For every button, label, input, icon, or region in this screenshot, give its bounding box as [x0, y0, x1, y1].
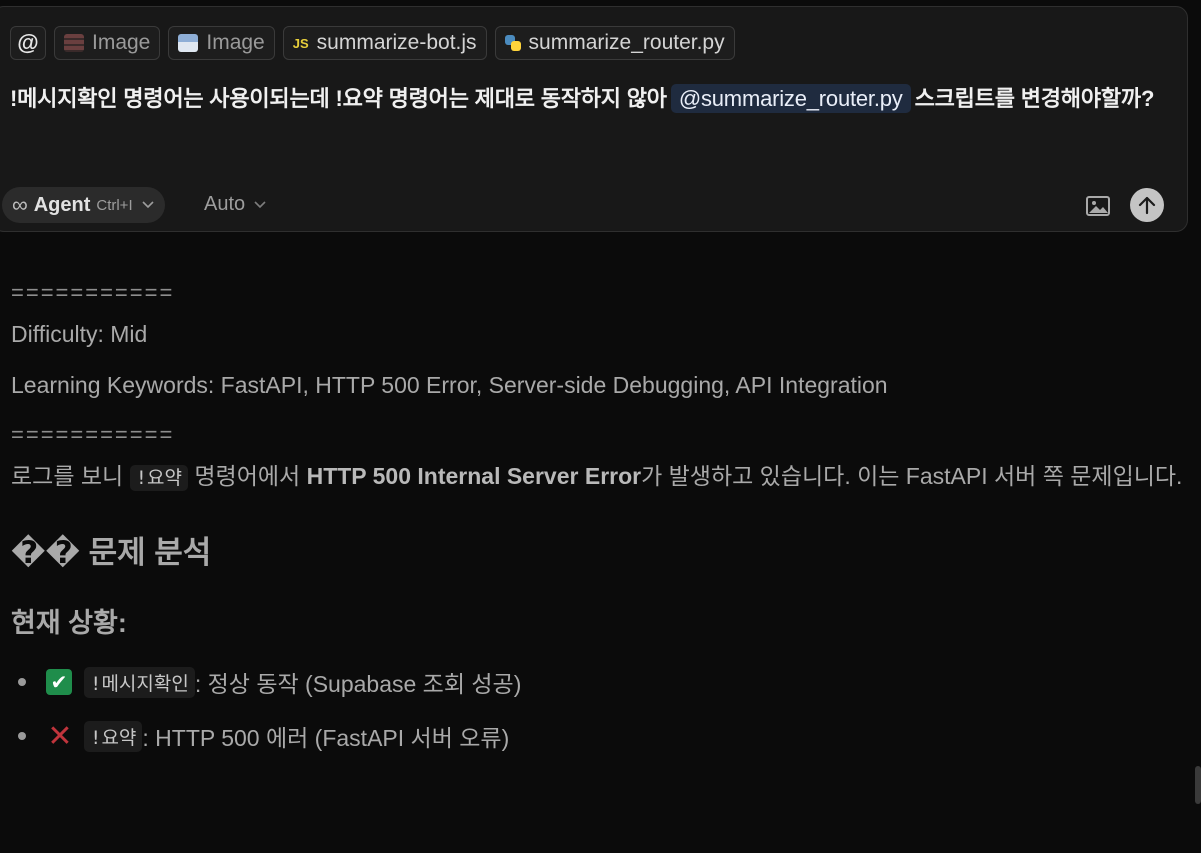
agent-mode-label: Agent	[33, 193, 91, 216]
chat-composer: @ Image Image JS summarize-bot.js summar…	[0, 6, 1188, 232]
image-icon	[178, 34, 199, 52]
difficulty-text: Difficulty: Mid	[11, 321, 148, 347]
list-item: ✔ !메시지확인 : 정상 동작 (Supabase 조회 성공)	[11, 655, 1191, 709]
cross-mark-icon: ✕	[47, 719, 73, 753]
model-label: Auto	[204, 193, 246, 215]
log-text-post: 가 발생하고 있습니다. 이는 FastAPI 서버 쪽 문제입니다.	[641, 463, 1183, 489]
separator-line: ===========	[11, 422, 175, 447]
chip-label: summarize_router.py	[528, 31, 725, 54]
chip-label: Image	[92, 31, 151, 54]
context-chips: @ Image Image JS summarize-bot.js summar…	[10, 26, 735, 60]
chevron-down-icon	[141, 197, 155, 213]
chevron-down-icon	[253, 193, 267, 216]
inline-code: !메시지확인	[84, 666, 195, 698]
context-chip-image-1[interactable]: Image	[54, 26, 161, 60]
at-icon: @	[17, 30, 39, 55]
prompt-text-part-1: !메시지확인 명령어는 사용이되는데 !요약 명령어는 제대로 동작하지 않아	[10, 86, 667, 111]
send-button[interactable]	[1130, 188, 1164, 222]
agent-shortcut: Ctrl+I	[96, 196, 133, 214]
chip-label: Image	[206, 31, 265, 54]
bullet-icon	[18, 732, 26, 740]
bullet-icon	[18, 678, 26, 686]
arrow-up-icon	[1138, 196, 1156, 215]
context-chip-summarize-router-py[interactable]: summarize_router.py	[494, 26, 735, 60]
log-bold-text: HTTP 500 Internal Server Error	[306, 463, 642, 489]
log-text-pre: 로그를 보니	[11, 463, 124, 489]
prompt-text[interactable]: !메시지확인 명령어는 사용이되는데 !요약 명령어는 제대로 동작하지 않아 @…	[10, 81, 1170, 116]
file-mention[interactable]: @summarize_router.py	[670, 84, 911, 113]
prompt-text-part-2: 스크립트를 변경해야할까?	[914, 86, 1155, 111]
scrollbar-thumb[interactable]	[1195, 766, 1201, 804]
list-item: ✕ !요약 : HTTP 500 에러 (FastAPI 서버 오류)	[11, 709, 1191, 763]
log-text-mid: 명령어에서	[194, 463, 301, 489]
check-mark-icon: ✔	[46, 669, 72, 695]
status-list: ✔ !메시지확인 : 정상 동작 (Supabase 조회 성공) ✕ !요약 …	[11, 655, 1191, 763]
assistant-response: =========== Difficulty: Mid Learning Key…	[11, 278, 1191, 763]
model-selector-dropdown[interactable]: Auto	[204, 193, 267, 216]
subsection-heading: 현재 상황:	[11, 608, 127, 638]
agent-mode-dropdown[interactable]: ∞ Agent Ctrl+I	[2, 187, 165, 223]
image-icon	[1086, 196, 1110, 216]
chip-label: summarize-bot.js	[316, 31, 477, 54]
list-item-text: : 정상 동작 (Supabase 조회 성공)	[194, 671, 522, 697]
infinity-icon: ∞	[12, 192, 28, 217]
log-summary: 로그를 보니 !요약 명령어에서 HTTP 500 Internal Serve…	[11, 460, 1191, 495]
context-chip-image-2[interactable]: Image	[168, 26, 275, 60]
js-file-icon: JS	[292, 35, 309, 51]
attach-image-button[interactable]	[1085, 195, 1111, 217]
list-item-text: : HTTP 500 에러 (FastAPI 서버 오류)	[142, 725, 510, 751]
python-file-icon	[504, 35, 521, 51]
section-heading: �� 문제 분석	[11, 535, 212, 570]
add-context-button[interactable]: @	[10, 26, 46, 60]
image-icon	[64, 34, 84, 52]
inline-code: !요약	[84, 720, 143, 752]
context-chip-summarize-bot-js[interactable]: JS summarize-bot.js	[282, 26, 487, 60]
keywords-text: Learning Keywords: FastAPI, HTTP 500 Err…	[11, 372, 888, 398]
inline-code: !요약	[129, 465, 188, 491]
separator-line: ===========	[11, 280, 175, 305]
